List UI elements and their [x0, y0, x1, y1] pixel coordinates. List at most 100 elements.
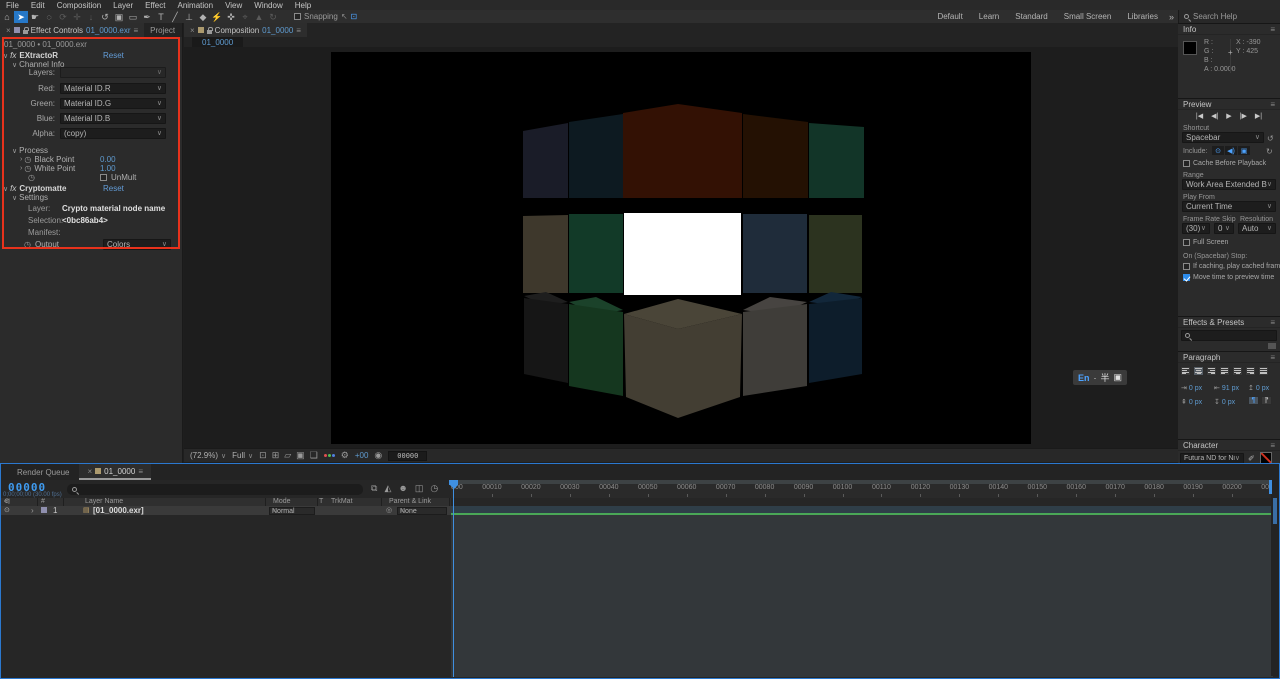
t-column-header[interactable]: T [319, 498, 323, 506]
camera-tool[interactable]: ▣ [112, 11, 126, 23]
panel-menu-icon[interactable]: ≡ [1270, 25, 1275, 34]
playhead-line[interactable] [453, 480, 454, 677]
field-value[interactable]: 0 px [1222, 399, 1235, 406]
cube-bottom-1[interactable] [569, 304, 623, 396]
cube-middle-1[interactable] [569, 214, 623, 293]
cache-checkbox[interactable] [1183, 160, 1190, 167]
help-search-input[interactable]: Search Help [1193, 12, 1237, 21]
mask-visibility-icon[interactable]: ▱ [284, 450, 291, 461]
dolly-camera-tool[interactable]: ↓ [84, 11, 98, 23]
orbit-camera-tool[interactable]: ⟳ [56, 11, 70, 23]
panel-menu-icon[interactable]: ≡ [1270, 100, 1275, 109]
play-from-dropdown[interactable]: Current Time ∨ [1182, 201, 1276, 212]
twirl-icon[interactable]: ∨ [12, 194, 17, 202]
first-line-indent-field[interactable]: ⇞ 0 px [1181, 398, 1202, 406]
effects-presets-header[interactable]: Effects & Presets ≡ [1178, 317, 1280, 328]
layer-name-column-header[interactable]: Layer Name [85, 498, 123, 506]
cube-middle-2[interactable] [624, 213, 741, 295]
channel-dropdown[interactable]: ∨ [60, 67, 166, 78]
trkmat-column-header[interactable]: TrkMat [331, 498, 353, 506]
layer-visibility-icon[interactable]: ⊙ [4, 506, 10, 515]
axis-world-mode[interactable]: ▲ [252, 11, 266, 23]
output-dropdown[interactable]: Colors ∨ [103, 239, 171, 250]
align-button-3[interactable] [1219, 366, 1230, 376]
fill-color-swatch[interactable] [1260, 452, 1272, 463]
full-screen-checkbox[interactable] [1183, 239, 1190, 246]
layer-duration-bar[interactable] [451, 506, 1273, 515]
cube-top-4[interactable] [809, 123, 864, 198]
magnification-dropdown[interactable]: (72.9%) ∨ [190, 451, 226, 460]
vertical-scrollbar[interactable] [1273, 498, 1277, 524]
cube-bottom-3[interactable] [743, 304, 807, 396]
align-button-5[interactable] [1245, 366, 1256, 376]
hand-tool[interactable]: ☛ [28, 11, 42, 23]
settings-group[interactable]: ∨ Settings [0, 192, 180, 203]
skip-dropdown[interactable]: 0 ∨ [1214, 223, 1234, 234]
clone-stamp-tool[interactable]: ⊥ [182, 11, 196, 23]
cube-bottom-0[interactable] [524, 298, 568, 383]
space-after-field[interactable]: ↧ 0 px [1214, 398, 1235, 406]
twirl-icon[interactable]: › [20, 165, 22, 172]
property-value[interactable]: Crypto material node name [62, 204, 165, 213]
help-search[interactable]: Search Help [1178, 10, 1280, 23]
channel-dropdown[interactable]: Material ID.R∨ [60, 83, 166, 94]
tab-composition[interactable]: × Composition 01_0000 ≡ [184, 23, 307, 37]
close-icon[interactable]: × [87, 467, 92, 476]
move-time-checkbox[interactable] [1183, 274, 1190, 281]
menu-view[interactable]: View [219, 1, 248, 10]
time-ruler[interactable]: 0000000010000200003000040000500006000070… [451, 480, 1273, 498]
panel-menu-icon[interactable]: ≡ [138, 467, 143, 476]
panel-menu-icon[interactable]: ≡ [1270, 353, 1275, 362]
overlays-include-icon[interactable]: ▣ [1238, 146, 1250, 155]
comp-mini-flowchart-icon[interactable]: ⧉ [371, 483, 377, 494]
play-button[interactable]: ▶ [1226, 112, 1231, 120]
shortcut-dropdown[interactable]: Spacebar ∨ [1182, 132, 1264, 143]
grid-options-icon[interactable]: ⊡ [351, 12, 358, 21]
pan-camera-tool[interactable]: ✛ [70, 11, 84, 23]
menu-edit[interactable]: Edit [25, 1, 51, 10]
panel-menu-icon[interactable]: ≡ [296, 26, 301, 35]
rectangle-tool[interactable]: ▭ [126, 11, 140, 23]
close-icon[interactable]: × [6, 26, 11, 35]
menu-help[interactable]: Help [289, 1, 317, 10]
field-value[interactable]: 0 px [1189, 385, 1202, 392]
cube-middle-3[interactable] [743, 214, 807, 293]
space-before-field[interactable]: ↥ 0 px [1248, 384, 1269, 392]
menu-animation[interactable]: Animation [171, 1, 219, 10]
loop-icon[interactable]: ↻ [1266, 147, 1273, 156]
menu-file[interactable]: File [0, 1, 25, 10]
menu-window[interactable]: Window [248, 1, 288, 10]
frame-rate-dropdown[interactable]: (30) ∨ [1182, 223, 1210, 234]
snap-angle-icon[interactable]: ↖ [341, 12, 348, 21]
video-include-icon[interactable]: ⊙ [1212, 146, 1224, 155]
new-preset-icon[interactable] [1268, 343, 1276, 349]
gear-icon[interactable]: ⚙ [341, 450, 349, 461]
snapshot-icon[interactable]: ◉ [374, 450, 382, 461]
resolution-dropdown[interactable]: Auto ∨ [1238, 223, 1276, 234]
info-panel-header[interactable]: Info ≡ [1178, 24, 1280, 35]
workspace-libraries[interactable]: Libraries [1127, 12, 1158, 21]
channel-dropdown[interactable]: Material ID.G∨ [60, 98, 166, 109]
ltr-direction-button[interactable]: ¶ [1248, 396, 1259, 405]
range-dropdown[interactable]: Work Area Extended By Current... ∨ [1182, 179, 1276, 190]
type-tool[interactable]: T [154, 11, 168, 23]
tab-effect-controls[interactable]: × Effect Controls 01_0000.exr ≡ [0, 23, 144, 37]
parent-link-column-header[interactable]: Parent & Link [389, 498, 431, 506]
align-button-2[interactable] [1206, 366, 1217, 376]
exposure-value[interactable]: +00 [355, 451, 369, 460]
pen-tool[interactable]: ✒ [140, 11, 154, 23]
last-frame-button[interactable]: ▶| [1255, 112, 1262, 120]
field-value[interactable]: 0 px [1189, 399, 1202, 406]
channel-dropdown[interactable]: (copy)∨ [60, 128, 166, 139]
rtl-direction-button[interactable]: ¶ [1261, 396, 1272, 405]
channel-dropdown[interactable]: Material ID.B∨ [60, 113, 166, 124]
mode-column-header[interactable]: Mode [273, 498, 291, 506]
home-tool[interactable]: ⌂ [0, 11, 14, 23]
align-button-4[interactable] [1232, 366, 1243, 376]
cube-middle-4[interactable] [809, 215, 862, 293]
layer-row[interactable]: ⊙ › 1 ▤ [01_0000.exr] Normal ∨ ◎ None ∨ [1, 506, 451, 515]
layer-expand-icon[interactable]: › [31, 506, 34, 515]
composition-canvas[interactable] [331, 52, 1031, 444]
first-frame-button[interactable]: |◀ [1196, 112, 1203, 120]
font-family-dropdown[interactable]: Futura ND for Ni... ∨ [1180, 453, 1244, 463]
